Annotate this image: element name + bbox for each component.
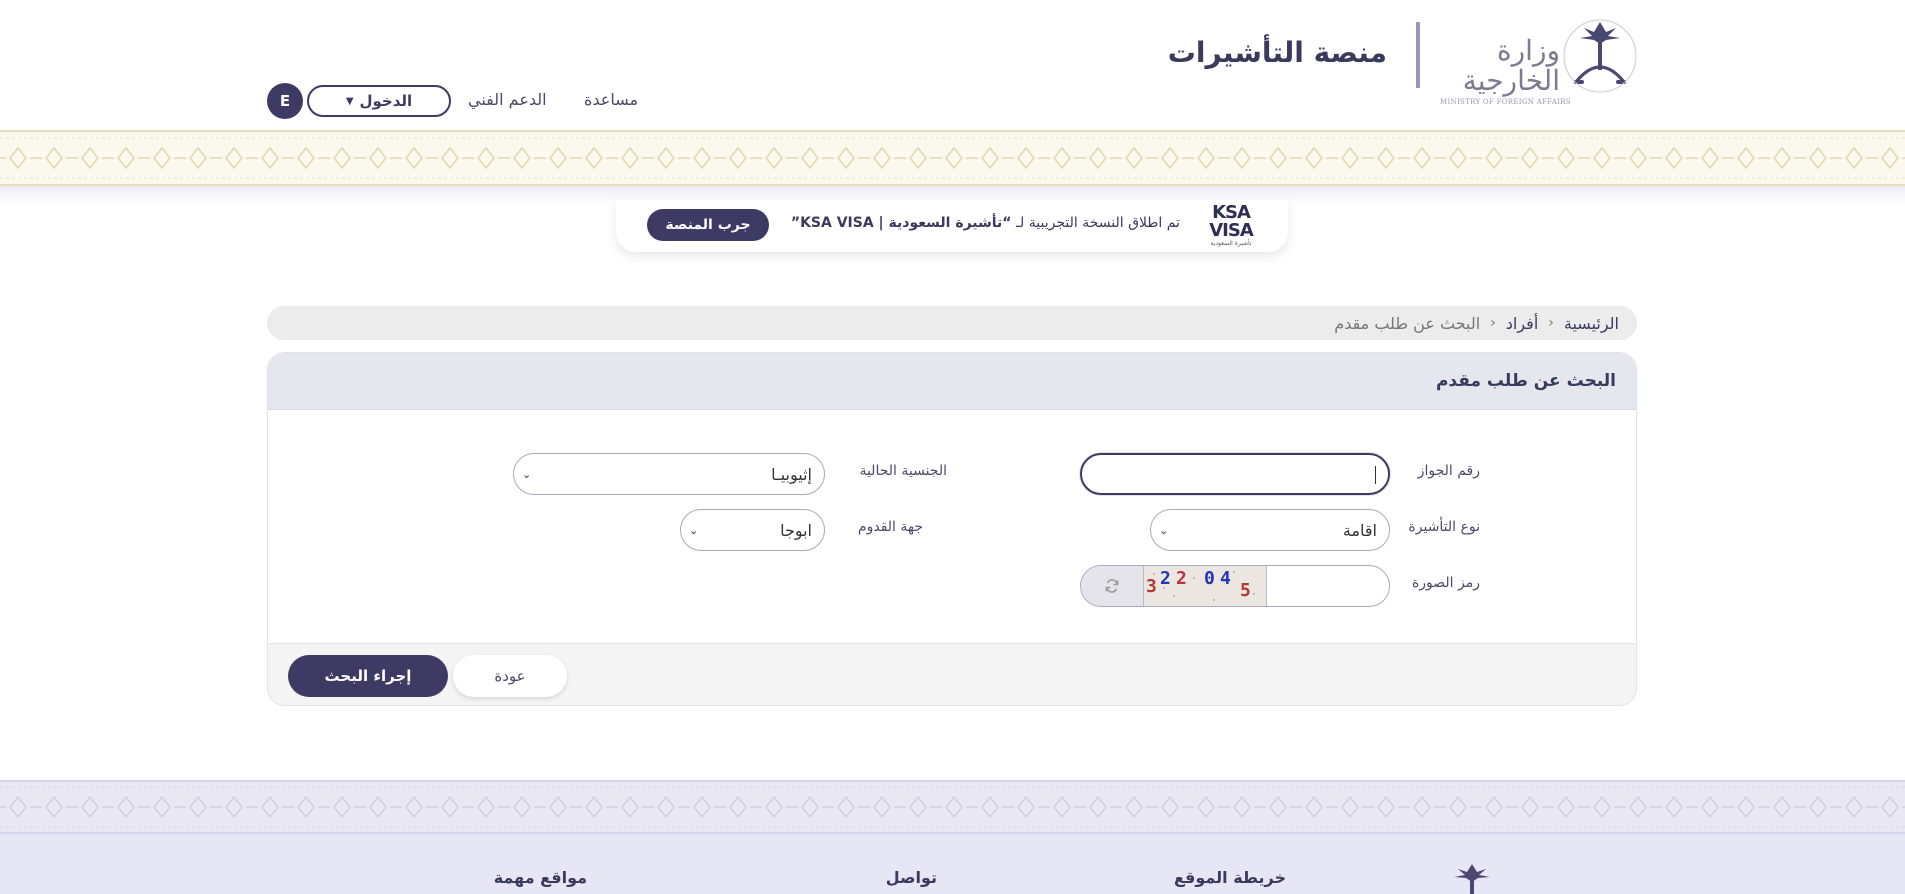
decorative-pattern-band	[0, 130, 1905, 186]
ksa-logo-line2: VISA	[1209, 220, 1254, 241]
nationality-value: إثيوبيـا	[771, 464, 812, 484]
header-divider	[1416, 22, 1420, 88]
nationality-select[interactable]: ⌄ إثيوبيـا	[513, 453, 825, 495]
refresh-icon	[1105, 579, 1119, 593]
search-application-panel: البحث عن طلب مقدم رقم الجواز الجنسية الح…	[267, 352, 1637, 706]
footer-contact-heading: تواصل	[885, 868, 937, 887]
footer-important-sites-heading: مواقع مهمة	[493, 868, 587, 887]
chevron-down-icon: ⌄	[522, 467, 532, 481]
footer-ornament-icon	[0, 782, 1905, 832]
visa-type-label: نوع التأشيرة	[1408, 519, 1480, 535]
ksa-visa-logo: KSA VISA تأشيرة السعودية	[1204, 204, 1258, 248]
footer-pattern-band	[0, 780, 1905, 834]
text-cursor	[1375, 466, 1376, 484]
passport-number-label: رقم الجواز	[1417, 463, 1480, 479]
chevron-down-icon: ⌄	[689, 523, 699, 537]
arrival-point-label: جهة القدوم	[857, 519, 923, 535]
captcha-image: 3 2 2 0 4 5	[1143, 566, 1267, 606]
ornament-pattern-icon	[0, 132, 1905, 184]
caret-down-icon: ▼	[345, 95, 354, 107]
platform-title: منصة التأشيرات	[1167, 36, 1387, 69]
captcha-label: رمز الصورة	[1411, 575, 1480, 591]
captcha-digit: 0	[1204, 568, 1215, 589]
saudi-emblem-icon	[1563, 19, 1637, 93]
chevron-down-icon: ⌄	[1159, 523, 1169, 537]
announcement-banner: KSA VISA تأشيرة السعودية تم اطلاق النسخة…	[616, 200, 1288, 252]
captcha-field: 3 2 2 0 4 5	[1080, 565, 1390, 607]
perform-search-button[interactable]: إجراء البحث	[288, 655, 448, 697]
refresh-captcha-button[interactable]	[1081, 566, 1143, 606]
ministry-name: وزارة الخارجية MINISTRY OF FOREIGN AFFAI…	[1440, 34, 1571, 107]
breadcrumb-home[interactable]: الرئيسية	[1564, 314, 1619, 333]
breadcrumb-individuals[interactable]: أفراد	[1506, 314, 1539, 333]
chevron-left-icon: ‹	[1548, 315, 1554, 331]
login-button[interactable]: ▼ الدخول	[307, 85, 451, 117]
login-label: الدخول	[359, 92, 413, 110]
announcement-highlight: “تأشيرة السعودية | KSA VISA”	[790, 215, 1012, 231]
visa-type-select[interactable]: ⌄ اقامة	[1150, 509, 1390, 551]
back-button[interactable]: عودة	[453, 655, 567, 697]
arrival-point-value: ابوجا	[780, 520, 812, 540]
captcha-digit: 2	[1160, 568, 1171, 589]
breadcrumb: الرئيسية ‹ أفراد ‹ البحث عن طلب مقدم	[267, 306, 1637, 340]
form-actions: إجراء البحث عودة	[268, 643, 1636, 705]
site-footer: خريطة الموقع تواصل مواقع مهمة	[0, 834, 1905, 894]
visa-type-value: اقامة	[1342, 520, 1377, 540]
captcha-digit: 4	[1220, 568, 1231, 589]
nav-help-link[interactable]: مساعدة	[584, 90, 638, 109]
footer-sitemap-heading: خريطة الموقع	[1173, 868, 1286, 887]
announcement-text: تم اطلاق النسخة التجريبية لـ “تأشيرة الس…	[791, 215, 1180, 231]
arrival-point-select[interactable]: ⌄ ابوجا	[680, 509, 825, 551]
nationality-label: الجنسية الحالية	[859, 463, 947, 479]
site-header: وزارة الخارجية MINISTRY OF FOREIGN AFFAI…	[0, 0, 1905, 130]
page: وزارة الخارجية MINISTRY OF FOREIGN AFFAI…	[0, 0, 1905, 894]
ministry-name-arabic: وزارة الخارجية	[1462, 34, 1560, 97]
captcha-digit: 2	[1176, 568, 1187, 589]
footer-emblem-icon	[1454, 864, 1490, 894]
ksa-logo-line3: تأشيرة السعودية	[1210, 240, 1252, 247]
nav-support-link[interactable]: الدعم الفني	[468, 90, 547, 109]
language-toggle-button[interactable]: E	[267, 83, 303, 119]
breadcrumb-current: البحث عن طلب مقدم	[1334, 313, 1481, 333]
captcha-digit: 3	[1146, 576, 1157, 597]
chevron-left-icon: ‹	[1490, 315, 1496, 331]
ministry-name-english: MINISTRY OF FOREIGN AFFAIRS	[1440, 98, 1571, 106]
passport-number-input[interactable]	[1080, 453, 1390, 495]
captcha-digit: 5	[1240, 580, 1251, 601]
announcement-prefix: تم اطلاق النسخة التجريبية لـ	[1015, 215, 1180, 231]
try-platform-button[interactable]: جرب المنصة	[647, 209, 769, 241]
panel-title: البحث عن طلب مقدم	[268, 353, 1636, 410]
